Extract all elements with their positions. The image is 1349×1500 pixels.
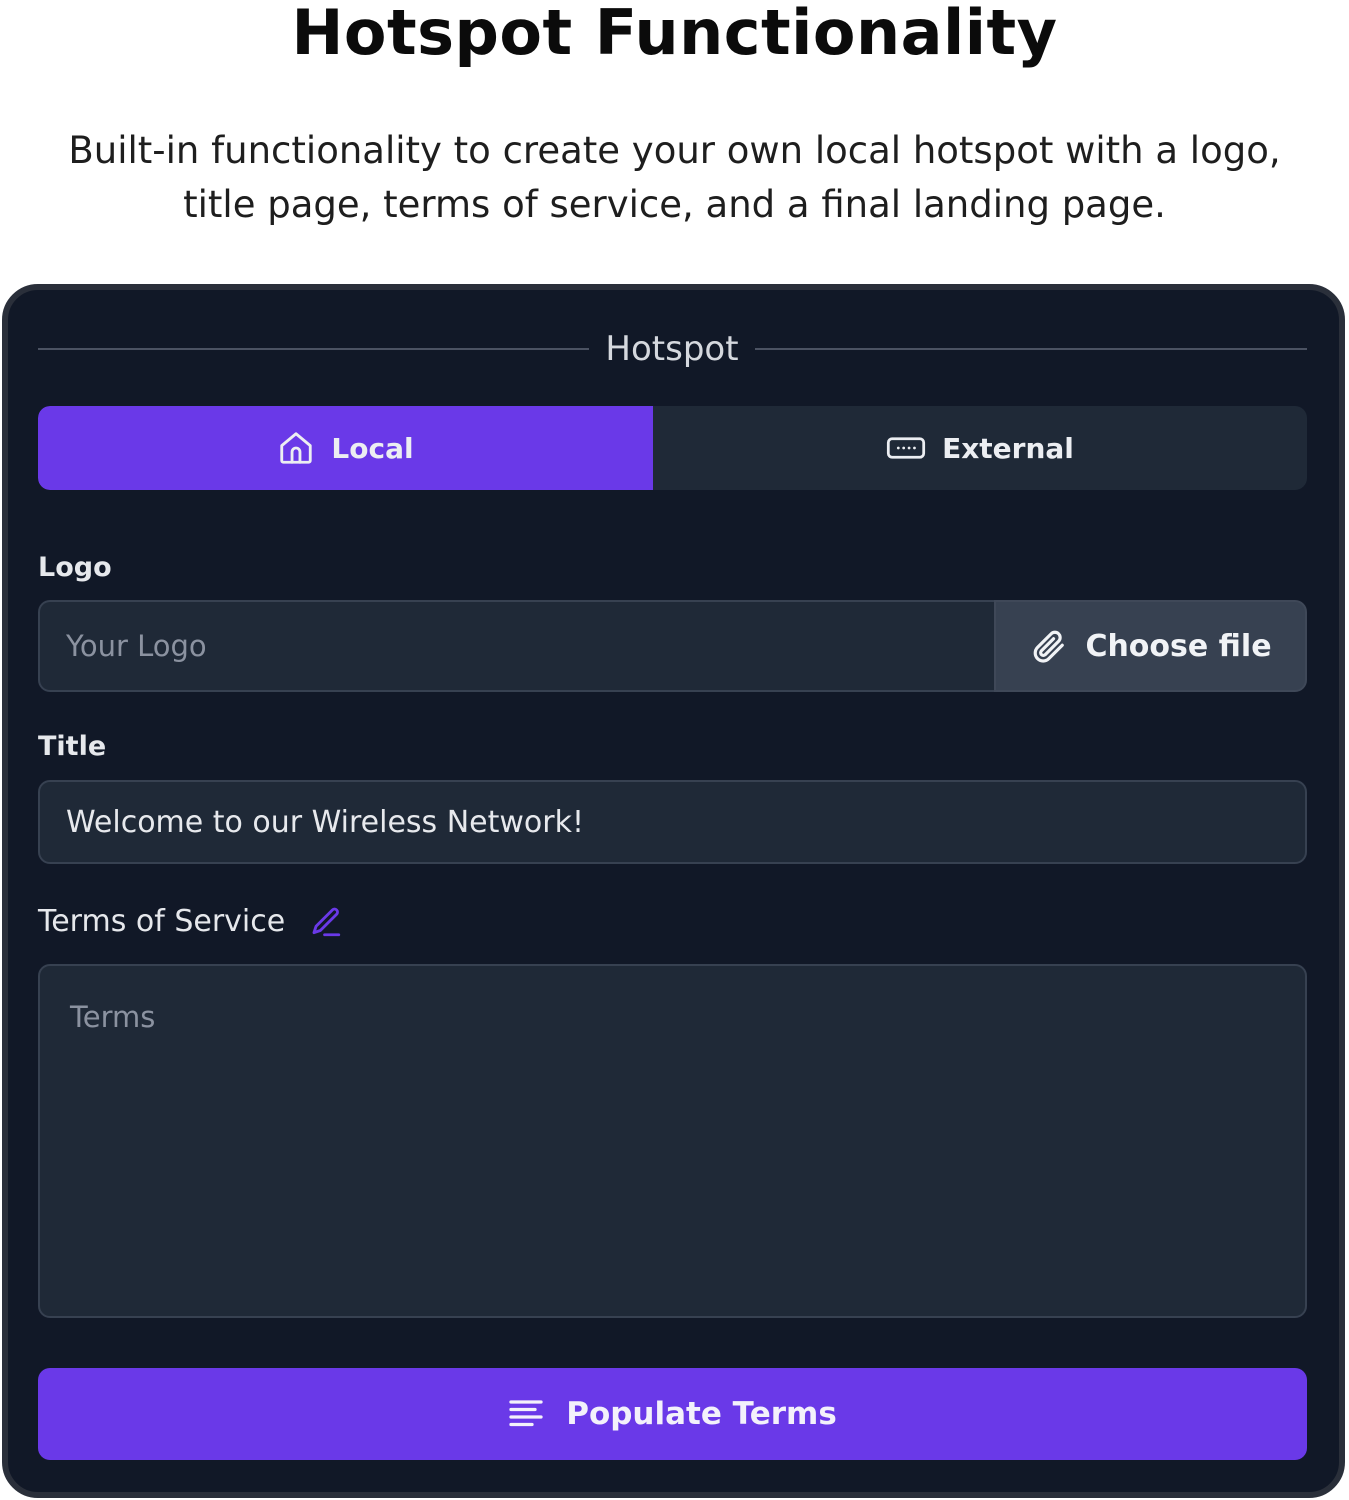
tab-local[interactable]: Local bbox=[38, 406, 653, 490]
input-dots-icon bbox=[886, 433, 926, 463]
logo-label: Logo bbox=[38, 552, 112, 583]
tab-external-label: External bbox=[942, 431, 1074, 465]
choose-file-button[interactable]: Choose file bbox=[994, 600, 1307, 692]
page-headline: Hotspot Functionality bbox=[291, 0, 1058, 69]
paperclip-icon bbox=[1029, 627, 1067, 665]
text-lines-icon bbox=[508, 1399, 544, 1429]
terms-label: Terms of Service bbox=[38, 904, 286, 939]
legend-divider-right bbox=[755, 348, 1307, 350]
tab-external[interactable]: External bbox=[653, 406, 1307, 490]
terms-label-row: Terms of Service bbox=[38, 904, 343, 939]
terms-textarea[interactable] bbox=[38, 964, 1307, 1318]
mode-tabs: Local External bbox=[38, 406, 1307, 490]
choose-file-label: Choose file bbox=[1085, 628, 1272, 664]
panel-legend: Hotspot bbox=[38, 324, 1307, 374]
legend-divider-left bbox=[38, 348, 589, 350]
populate-terms-button[interactable]: Populate Terms bbox=[38, 1368, 1307, 1460]
hotspot-panel: Hotspot Local External Logo Your Logo Ch… bbox=[2, 284, 1345, 1498]
tab-local-label: Local bbox=[331, 431, 414, 465]
home-icon bbox=[277, 429, 315, 467]
populate-terms-label: Populate Terms bbox=[566, 1396, 837, 1432]
title-label: Title bbox=[38, 731, 107, 762]
page-description: Built-in functionality to create your ow… bbox=[68, 129, 1281, 226]
title-input[interactable] bbox=[38, 780, 1307, 864]
logo-input[interactable] bbox=[38, 600, 996, 692]
panel-legend-title: Hotspot bbox=[605, 329, 739, 369]
pencil-icon[interactable] bbox=[309, 905, 343, 939]
